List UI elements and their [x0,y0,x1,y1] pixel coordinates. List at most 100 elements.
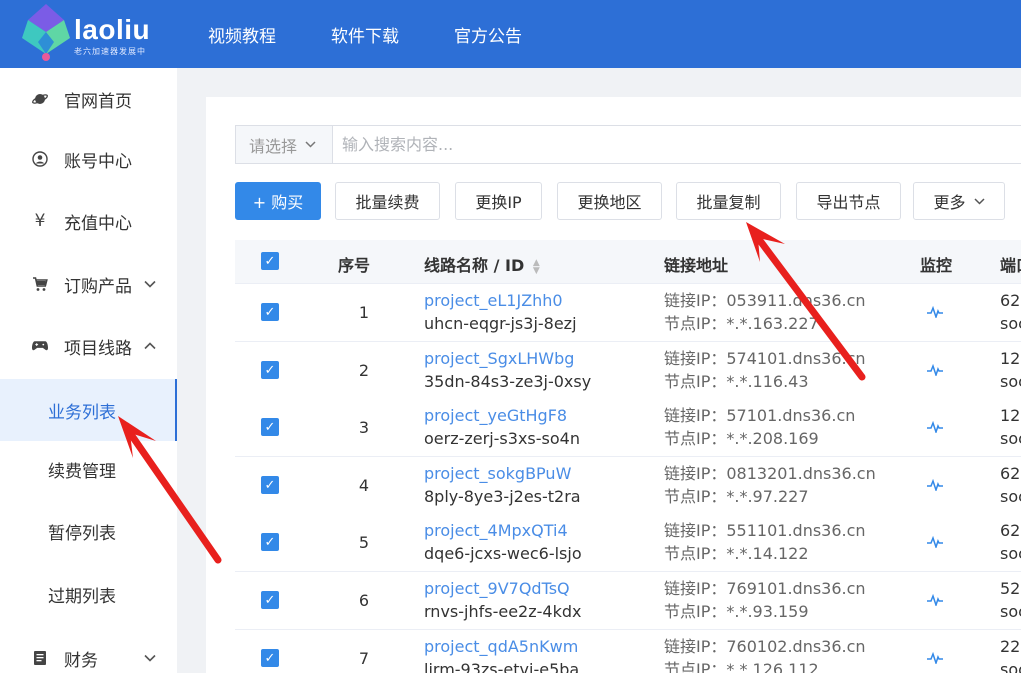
node-ip-prefix: 节点IP： [664,372,727,391]
sidebar-item-home[interactable]: 官网首页 [0,68,177,130]
monitor-pulse-icon[interactable] [927,361,943,380]
monitor-pulse-icon[interactable] [927,533,943,552]
row-name-cell: project_qdA5nKwm lirm-93zs-etvj-e5ba [424,635,579,673]
column-header-name[interactable]: 线路名称 / ID ▲ ▼ [424,252,540,276]
table-row[interactable]: ✓ 1 project_eL1JZhh0 uhcn-eqgr-js3j-8ezj 链接I… [235,284,1021,342]
batch-renew-button[interactable]: 批量续费 [335,182,440,220]
sidebar-item-order-products[interactable]: 订购产品 [0,253,177,315]
table-row[interactable]: ✓ 5 project_4MpxQTi4 dqe6-jcxs-wec6-lsjo 链接I… [235,514,1021,572]
project-id: 8ply-8ye3-j2es-t2ra [424,487,581,506]
row-checkbox[interactable]: ✓ [261,303,279,321]
node-ip-line: 节点IP：*.*.93.159 [664,600,866,623]
select-all-checkbox[interactable]: ✓ [261,252,279,270]
row-checkbox[interactable]: ✓ [261,361,279,379]
node-ip-value: *.*.208.169 [726,429,819,448]
sort-icon[interactable]: ▲ ▼ [533,258,540,275]
batch-copy-button[interactable]: 批量复制 [676,182,781,220]
sidebar-subitem-business-list[interactable]: 业务列表 [0,379,177,441]
link-ip-line: 链接IP：0813201.dns36.cn [664,462,876,485]
link-ip-value: 551101.dns36.cn [726,521,866,540]
sidebar-subitem-expired-list[interactable]: 过期列表 [0,563,177,625]
sidebar: 官网首页 账号中心 ¥ 充值中心 订购产品 项目线路 业务列表 续费管理 暂停列… [0,68,177,673]
sidebar-item-recharge[interactable]: ¥ 充值中心 [0,190,177,252]
node-ip-value: *.*.163.227 [726,314,819,333]
link-ip-line: 链接IP：574101.dns36.cn [664,347,866,370]
project-name-link[interactable]: project_4MpxQTi4 [424,519,582,542]
row-index: 5 [358,533,370,552]
row-link-cell: 链接IP：760102.dns36.cn 节点IP：*.*.126.112 [664,635,866,673]
monitor-pulse-icon[interactable] [927,476,943,495]
row-checkbox[interactable]: ✓ [261,476,279,494]
topnav-video-tutorial[interactable]: 视频教程 [208,22,276,47]
table-row[interactable]: ✓ 6 project_9V7QdTsQ rnvs-jhfs-ee2z-4kdx 链接I… [235,572,1021,630]
row-checkbox[interactable]: ✓ [261,418,279,436]
brand-logo[interactable]: laoliu 老六加速器发展中 [18,2,188,62]
table-row[interactable]: ✓ 4 project_sokgBPuW 8ply-8ye3-j2es-t2ra 链接I… [235,457,1021,515]
sidebar-subitem-label: 续费管理 [48,461,116,482]
more-button[interactable]: 更多 [913,182,1005,220]
topnav-official-notice[interactable]: 官方公告 [454,22,522,47]
export-nodes-button[interactable]: 导出节点 [796,182,901,220]
gamepad-icon [32,338,48,354]
node-ip-value: *.*.97.227 [726,487,809,506]
yen-icon: ¥ [34,211,46,231]
link-ip-line: 链接IP：57101.dns36.cn [664,404,855,427]
project-name-link[interactable]: project_yeGtHgF8 [424,404,580,427]
node-ip-line: 节点IP：*.*.208.169 [664,427,855,450]
row-port-cell: 622 soc [1000,289,1021,335]
row-port-cell: 622 soc [1000,519,1021,565]
buy-button[interactable]: + 购买 [235,182,321,220]
row-port-cell: 522 soc [1000,577,1021,623]
port-value: 129 [1000,406,1021,425]
row-name-cell: project_9V7QdTsQ rnvs-jhfs-ee2z-4kdx [424,577,581,623]
row-checkbox[interactable]: ✓ [261,649,279,667]
node-ip-value: *.*.14.122 [726,544,809,563]
top-bar: laoliu 老六加速器发展中 视频教程 软件下载 官方公告 [0,0,1021,68]
search-input[interactable] [333,126,1021,163]
row-name-cell: project_eL1JZhh0 uhcn-eqgr-js3j-8ezj [424,289,577,335]
node-ip-line: 节点IP：*.*.14.122 [664,542,866,565]
change-region-button[interactable]: 更换地区 [557,182,662,220]
change-ip-button[interactable]: 更换IP [455,182,542,220]
node-ip-prefix: 节点IP： [664,487,727,506]
project-name-link[interactable]: project_qdA5nKwm [424,635,579,658]
row-link-cell: 链接IP：551101.dns36.cn 节点IP：*.*.14.122 [664,519,866,565]
monitor-pulse-icon[interactable] [927,591,943,610]
project-id: rnvs-jhfs-ee2z-4kdx [424,602,582,621]
chevron-down-icon [144,277,156,291]
brand-tagline: 老六加速器发展中 [74,47,146,56]
project-name-link[interactable]: project_sokgBPuW [424,462,581,485]
more-button-label: 更多 [933,193,966,212]
row-checkbox[interactable]: ✓ [261,591,279,609]
search-field-select[interactable]: 请选择 [236,126,333,163]
topnav-software-download[interactable]: 软件下载 [331,22,399,47]
row-checkbox[interactable]: ✓ [261,533,279,551]
port-value: 622 [1000,291,1021,310]
project-id: lirm-93zs-etvj-e5ba [424,660,580,673]
sidebar-item-label: 项目线路 [64,338,132,359]
project-name-link[interactable]: project_SgxLHWbg [424,347,591,370]
sidebar-subitem-label: 过期列表 [48,586,116,607]
table-row[interactable]: ✓ 7 project_qdA5nKwm lirm-93zs-etvj-e5ba 链接I… [235,630,1021,673]
link-ip-value: 57101.dns36.cn [726,406,856,425]
sidebar-item-finance[interactable]: 财务 [0,627,177,673]
node-ip-value: *.*.126.112 [726,660,819,673]
sidebar-item-label: 充值中心 [64,213,132,234]
table-row[interactable]: ✓ 2 project_SgxLHWbg 35dn-84s3-ze3j-0xsy 链接I… [235,342,1021,400]
monitor-pulse-icon[interactable] [927,303,943,322]
sidebar-item-account[interactable]: 账号中心 [0,128,177,190]
table-row[interactable]: ✓ 3 project_yeGtHgF8 oerz-zerj-s3xs-so4n 链接I… [235,399,1021,457]
project-name-link[interactable]: project_eL1JZhh0 [424,289,577,312]
port-protocol: soc [1000,429,1021,448]
project-name-link[interactable]: project_9V7QdTsQ [424,577,581,600]
sidebar-item-project-lines[interactable]: 项目线路 [0,315,177,377]
sidebar-subitem-paused-list[interactable]: 暂停列表 [0,500,177,562]
monitor-pulse-icon[interactable] [927,649,943,668]
node-ip-line: 节点IP：*.*.116.43 [664,370,866,393]
port-value: 129 [1000,349,1021,368]
sidebar-item-label: 财务 [64,650,98,671]
sidebar-subitem-renewal-management[interactable]: 续费管理 [0,438,177,500]
link-ip-prefix: 链接IP： [664,579,727,598]
node-ip-line: 节点IP：*.*.126.112 [664,658,866,673]
monitor-pulse-icon[interactable] [927,418,943,437]
